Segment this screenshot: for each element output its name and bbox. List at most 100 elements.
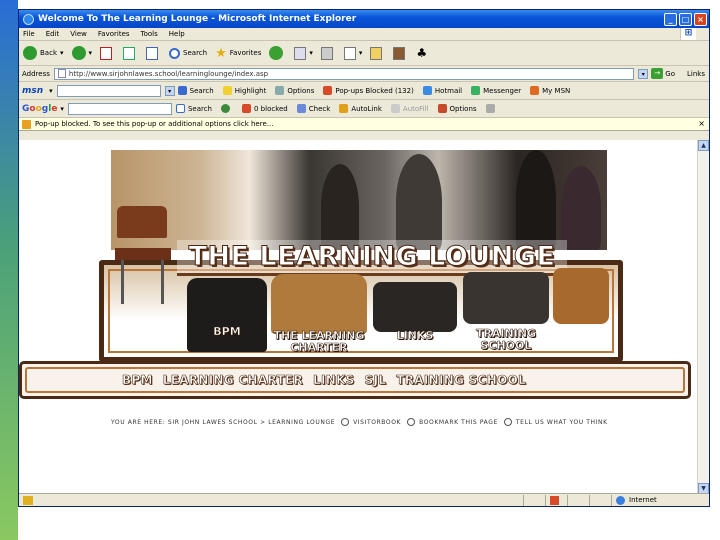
messenger-button-msn[interactable]: Messenger — [471, 86, 521, 95]
windows-logo-icon: ⊞ — [680, 28, 696, 40]
msn-search-input[interactable] — [56, 84, 161, 97]
popup-info-bar[interactable]: Pop-up blocked. To see this pop-up or ad… — [19, 118, 709, 131]
pencil-button[interactable] — [485, 104, 498, 113]
research-button[interactable] — [393, 46, 408, 60]
forward-button[interactable]: ▾ — [71, 46, 92, 60]
mail-button[interactable]: ▾ — [294, 46, 313, 60]
vertical-scrollbar[interactable]: ▲ ▼ — [697, 140, 709, 494]
chair-training-school[interactable]: TRAINING SCHOOL — [463, 272, 549, 356]
chair-learning-charter[interactable]: THE LEARNING CHARTER — [271, 274, 367, 356]
minimize-button[interactable]: _ — [664, 12, 677, 26]
msn-toolbar: msn ▾ ▾ Search Highlight Options Pop-ups… — [19, 82, 709, 100]
google-search-button[interactable]: Search — [175, 104, 212, 113]
globe-icon — [616, 495, 625, 505]
address-dropdown[interactable]: ▾ — [638, 68, 649, 79]
hotmail-button[interactable]: Hotmail — [422, 86, 462, 95]
options-icon — [437, 104, 447, 113]
address-bar: Address http://www.sirjohnlawes.school/l… — [19, 66, 709, 82]
menu-favorites[interactable]: Favorites — [98, 30, 130, 38]
go-arrow-icon[interactable]: → — [651, 68, 664, 79]
autofill-button[interactable]: AutoFill — [390, 104, 429, 113]
search-icon — [175, 104, 185, 113]
close-icon[interactable]: × — [698, 119, 705, 128]
menu-help[interactable]: Help — [169, 30, 185, 38]
scroll-up-arrow[interactable]: ▲ — [698, 140, 709, 151]
orange-armchair-image — [553, 268, 609, 324]
msn-highlight-button[interactable]: Highlight — [222, 86, 266, 95]
chair-label-links: LINKS — [396, 329, 434, 342]
my-msn-button[interactable]: My MSN — [530, 86, 570, 95]
google-search-input[interactable] — [67, 102, 172, 115]
title-bar: Welcome To The Learning Lounge - Microso… — [19, 10, 709, 28]
autolink-button[interactable]: AutoLink — [339, 104, 382, 113]
popups-blocked-button[interactable]: Pop-ups Blocked (132) — [323, 86, 414, 95]
zone-label: Internet — [629, 496, 657, 504]
nav-links[interactable]: LINKS — [313, 373, 355, 388]
hotmail-icon — [422, 86, 432, 95]
msn-search-button[interactable]: Search — [177, 86, 214, 95]
security-zone[interactable]: Internet — [611, 494, 709, 506]
visitorbook-link[interactable]: VISITORBOOK — [353, 419, 401, 426]
messenger-icon — [471, 86, 481, 95]
nav-training-school[interactable]: TRAINING SCHOOL — [396, 373, 526, 388]
address-input[interactable]: http://www.sirjohnlawes.school/learningl… — [53, 67, 635, 80]
msn-logo: msn — [22, 85, 44, 96]
menu-view[interactable]: View — [70, 30, 87, 38]
photo-collage — [111, 150, 607, 250]
address-label: Address — [22, 69, 50, 78]
forward-arrow-icon — [71, 46, 86, 60]
history-button[interactable] — [269, 46, 286, 60]
msn-options-button[interactable]: Options — [275, 86, 314, 95]
popup-blocker-icon — [242, 104, 251, 113]
menu-file[interactable]: File — [23, 30, 35, 38]
page-done-icon — [23, 495, 33, 505]
wooden-chair-image — [111, 206, 175, 306]
pagerank-button[interactable] — [221, 104, 233, 113]
maximize-button[interactable]: □ — [679, 12, 692, 26]
google-toolbar: Google ▾ Search 0 blocked Check AutoLink… — [19, 100, 709, 118]
mail-icon — [294, 46, 307, 60]
nav-learning-charter[interactable]: LEARNING CHARTER — [162, 373, 303, 388]
menu-edit[interactable]: Edit — [46, 30, 60, 38]
search-button[interactable]: Search — [169, 47, 207, 59]
folder-button[interactable] — [370, 46, 385, 60]
options-icon — [275, 86, 285, 95]
links-button[interactable]: Links — [687, 70, 705, 78]
pencil-icon — [485, 104, 495, 113]
print-button[interactable] — [320, 46, 336, 60]
favorites-button[interactable]: ★ Favorites — [215, 46, 261, 61]
nav-bpm[interactable]: BPM — [122, 373, 153, 388]
status-bar: Internet — [19, 493, 709, 506]
google-options-button[interactable]: Options — [437, 104, 477, 113]
messenger-button[interactable]: ♣ — [416, 46, 427, 60]
nav-sjl[interactable]: SJL — [364, 373, 386, 388]
back-button[interactable]: Back ▾ — [23, 46, 64, 60]
refresh-button[interactable] — [123, 46, 138, 60]
main-nav-bar: BPM LEARNING CHARTER LINKS SJL TRAINING … — [19, 361, 691, 399]
chair-label-bpm: BPM — [213, 325, 241, 338]
standard-toolbar: Back ▾ ▾ Search ★ Favorites ▾ ▾ ♣ — [19, 41, 709, 66]
home-button[interactable] — [146, 46, 161, 60]
bookmark-link[interactable]: BOOKMARK THIS PAGE — [419, 419, 498, 426]
go-button[interactable]: Go — [665, 70, 675, 78]
autolink-icon — [339, 104, 349, 113]
autofill-icon — [390, 104, 400, 113]
butterfly-icon — [530, 86, 540, 95]
menu-tools[interactable]: Tools — [141, 30, 158, 38]
spell-check-button[interactable]: Check — [296, 104, 330, 113]
star-icon: ★ — [215, 45, 227, 61]
msn-search-dropdown[interactable]: ▾ — [164, 85, 175, 96]
close-button[interactable]: × — [694, 12, 707, 26]
chair-bpm[interactable]: BPM — [187, 278, 267, 352]
stop-button[interactable] — [100, 46, 115, 60]
search-icon — [177, 86, 187, 95]
chair-links[interactable]: LINKS — [373, 282, 457, 344]
chair-label-learning-charter: THE LEARNING CHARTER — [273, 329, 365, 354]
spellcheck-icon — [296, 104, 306, 113]
edit-button[interactable]: ▾ — [343, 46, 362, 60]
refresh-icon — [123, 46, 136, 60]
popup-blocked-status-icon — [550, 495, 559, 505]
popup-blocker-button[interactable]: 0 blocked — [242, 104, 288, 113]
feedback-link[interactable]: TELL US WHAT YOU THINK — [516, 419, 608, 426]
breadcrumb-text[interactable]: YOU ARE HERE: SIR JOHN LAWES SCHOOL > LE… — [111, 419, 335, 426]
